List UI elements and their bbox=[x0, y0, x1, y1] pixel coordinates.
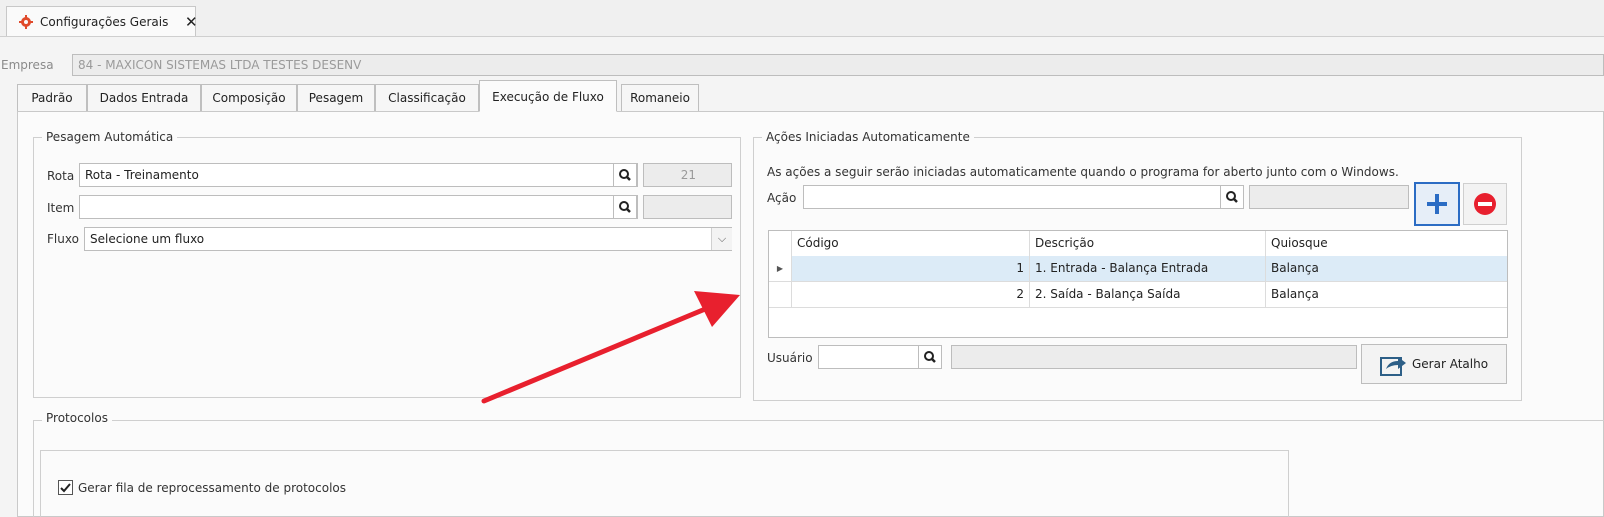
cell-codigo[interactable]: 2 bbox=[792, 282, 1030, 307]
tab-execucao-de-fluxo[interactable]: Execução de Fluxo bbox=[479, 80, 617, 112]
column-header-descricao[interactable]: Descrição bbox=[1030, 231, 1266, 256]
document-tab-bar bbox=[0, 0, 1604, 37]
item-code-field bbox=[643, 195, 732, 219]
acao-code-field bbox=[1249, 185, 1409, 209]
rota-code-field: 21 bbox=[643, 163, 732, 187]
remove-button[interactable] bbox=[1463, 183, 1507, 225]
tab-padrao[interactable]: Padrão bbox=[17, 84, 87, 112]
cell-descricao[interactable]: 2. Saída - Balança Saída bbox=[1030, 282, 1266, 307]
protocolos-group-border bbox=[33, 420, 34, 517]
minus-circle-icon bbox=[1474, 193, 1496, 215]
fluxo-select[interactable]: Selecione um fluxo bbox=[84, 227, 732, 251]
usuario-label: Usuário bbox=[767, 351, 813, 365]
tab-pesagem[interactable]: Pesagem bbox=[297, 84, 375, 112]
acoes-grid: Código Descrição Quiosque ▶ 1 1. Entrada… bbox=[768, 230, 1508, 338]
pesagem-automatica-title: Pesagem Automática bbox=[42, 130, 178, 144]
item-label: Item bbox=[47, 201, 75, 215]
reprocessamento-label: Gerar fila de reprocessamento de protoco… bbox=[78, 481, 347, 495]
fluxo-label: Fluxo bbox=[47, 232, 79, 246]
column-header-codigo[interactable]: Código bbox=[792, 231, 1030, 256]
acao-input[interactable] bbox=[803, 185, 1244, 209]
tab-classificacao[interactable]: Classificação bbox=[375, 84, 479, 112]
search-icon bbox=[1226, 191, 1238, 203]
gerar-atalho-button[interactable]: Gerar Atalho bbox=[1361, 344, 1507, 384]
empresa-label: Empresa bbox=[1, 58, 54, 72]
reprocessamento-checkbox[interactable] bbox=[58, 480, 73, 495]
gerar-atalho-label: Gerar Atalho bbox=[1412, 357, 1489, 371]
acao-search-button[interactable] bbox=[1220, 185, 1244, 209]
acoes-title: Ações Iniciadas Automaticamente bbox=[762, 130, 974, 144]
cell-quiosque[interactable]: Balança bbox=[1266, 256, 1507, 281]
close-icon[interactable]: ✕ bbox=[185, 13, 198, 31]
cell-codigo[interactable]: 1 bbox=[792, 256, 1030, 281]
tab-composicao[interactable]: Composição bbox=[201, 84, 297, 112]
gear-icon bbox=[19, 15, 33, 29]
tab-romaneio[interactable]: Romaneio bbox=[621, 84, 699, 112]
search-icon bbox=[619, 169, 631, 181]
document-tab-title: Configurações Gerais bbox=[40, 15, 169, 29]
acoes-description: As ações a seguir serão iniciadas automa… bbox=[767, 165, 1399, 179]
item-input[interactable] bbox=[79, 195, 638, 219]
row-indicator-icon: ▶ bbox=[769, 256, 792, 281]
tab-dados-entrada[interactable]: Dados Entrada bbox=[87, 84, 201, 112]
item-search-button[interactable] bbox=[613, 195, 637, 219]
rota-search-button[interactable] bbox=[613, 163, 637, 187]
table-row[interactable]: ▶ 1 1. Entrada - Balança Entrada Balança bbox=[769, 256, 1507, 282]
grid-header: Código Descrição Quiosque bbox=[769, 231, 1507, 257]
document-tab[interactable]: Configurações Gerais ✕ bbox=[6, 6, 198, 36]
plus-icon bbox=[1427, 194, 1447, 214]
column-header-quiosque[interactable]: Quiosque bbox=[1266, 231, 1507, 256]
row-indicator bbox=[769, 282, 792, 307]
share-arrow-icon bbox=[1380, 357, 1406, 376]
add-button[interactable] bbox=[1414, 182, 1460, 226]
grid-indicator-header bbox=[769, 231, 792, 256]
cell-descricao[interactable]: 1. Entrada - Balança Entrada bbox=[1030, 256, 1266, 281]
table-row[interactable]: 2 2. Saída - Balança Saída Balança bbox=[769, 282, 1507, 308]
search-icon bbox=[924, 351, 936, 363]
rota-input[interactable]: Rota - Treinamento bbox=[79, 163, 638, 187]
acao-label: Ação bbox=[767, 191, 797, 205]
chevron-down-icon[interactable]: ⌵ bbox=[711, 228, 732, 250]
protocolos-title: Protocolos bbox=[42, 411, 112, 425]
protocolos-group bbox=[33, 420, 1604, 421]
search-icon bbox=[619, 201, 631, 213]
rota-label: Rota bbox=[47, 169, 75, 183]
cell-quiosque[interactable]: Balança bbox=[1266, 282, 1507, 307]
empresa-field: 84 - MAXICON SISTEMAS LTDA TESTES DESENV bbox=[72, 54, 1604, 76]
usuario-search-button[interactable] bbox=[918, 345, 942, 369]
check-icon bbox=[60, 483, 71, 493]
annotation-arrow bbox=[481, 291, 740, 404]
usuario-name-field bbox=[951, 345, 1357, 369]
